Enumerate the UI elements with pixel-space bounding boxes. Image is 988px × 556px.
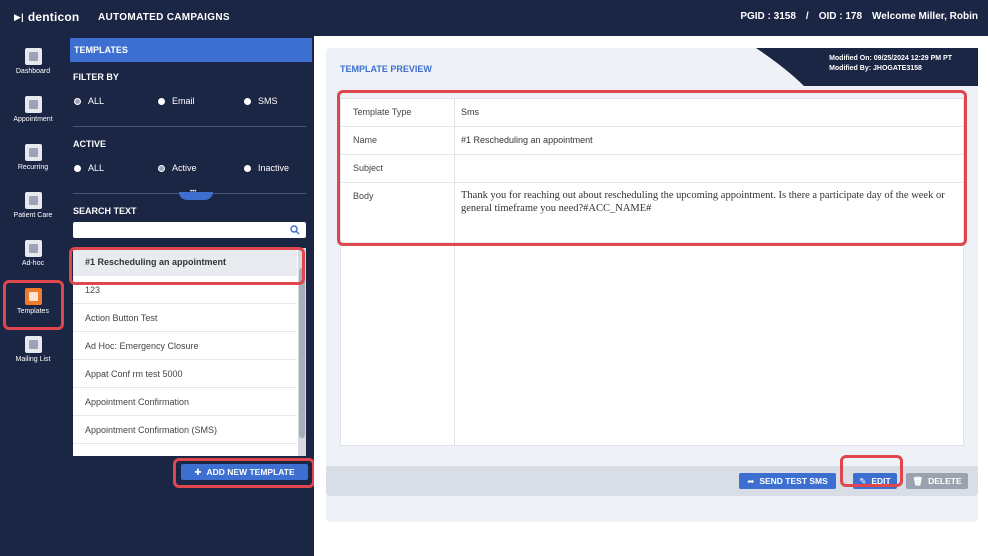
share-arrow-icon: ➦ xyxy=(747,475,755,486)
filter-email-radio[interactable]: Email xyxy=(158,96,195,106)
dashboard-icon xyxy=(24,48,42,65)
filter-by-label: FILTER BY xyxy=(73,72,119,82)
radio-label: ALL xyxy=(88,163,105,173)
radio-icon xyxy=(244,164,251,172)
search-icon[interactable] xyxy=(290,225,300,235)
app-title: AUTOMATED CAMPAIGNS xyxy=(98,12,230,23)
nav-label: Dashboard xyxy=(15,68,51,75)
filter-sms-radio[interactable]: SMS xyxy=(244,96,278,106)
button-label: SEND TEST SMS xyxy=(759,476,828,486)
send-test-sms-button[interactable]: ➦ SEND TEST SMS xyxy=(739,473,836,489)
radio-selected-icon xyxy=(158,164,165,172)
nav-label: Recurring xyxy=(17,164,49,171)
active-inactive-radio[interactable]: Inactive xyxy=(244,163,289,173)
highlight-template-details xyxy=(337,90,967,246)
highlight-edit-button xyxy=(840,455,903,487)
id-separator: / xyxy=(805,11,809,22)
templates-header: TEMPLATES xyxy=(70,38,312,62)
highlight-selected-template xyxy=(69,247,305,285)
nav-label: Mailing List xyxy=(15,356,51,363)
nav-label: Ad-hoc xyxy=(21,260,45,267)
modified-by: Modified By: JHOGATE3158 xyxy=(829,65,922,72)
list-item[interactable]: Appointment Confirmation (SMS) xyxy=(73,416,297,444)
search-input[interactable] xyxy=(73,222,306,238)
radio-label: Inactive xyxy=(258,163,290,173)
list-item[interactable]: Appat Conf rm test 5000 xyxy=(73,360,297,388)
list-item[interactable]: Action Button Test xyxy=(73,304,297,332)
nav-patient-care[interactable]: Patient Care xyxy=(0,192,66,219)
highlight-add-button xyxy=(173,458,315,488)
nav-ad-hoc[interactable]: Ad-hoc xyxy=(0,240,66,267)
recurring-icon xyxy=(24,144,42,161)
collapse-filters-handle[interactable] xyxy=(179,189,213,200)
mailing-list-icon xyxy=(24,336,42,353)
top-bar: ▶| denticon AUTOMATED CAMPAIGNS PGID : 3… xyxy=(0,0,988,36)
oid-label: OID : 178 xyxy=(818,11,863,22)
list-item[interactable]: Ad Hoc: Emergency Closure xyxy=(73,332,297,360)
button-label: DELETE xyxy=(928,476,962,486)
nav-label: Patient Care xyxy=(13,212,53,219)
logo-text: denticon xyxy=(27,10,80,24)
modified-info: Modified On: 09/25/2024 12:29 PM PT Modi… xyxy=(756,48,978,86)
active-label: ACTIVE xyxy=(73,139,107,149)
highlight-templates-nav xyxy=(3,280,64,330)
pgid-label: PGID : 3158 xyxy=(740,11,796,22)
welcome-user[interactable]: Welcome Miller, Robin xyxy=(872,11,978,22)
radio-label: Active xyxy=(172,163,197,173)
list-item[interactable]: Appointment Confirmation xyxy=(73,388,297,416)
nav-dashboard[interactable]: Dashboard xyxy=(0,48,66,75)
radio-label: SMS xyxy=(258,96,278,106)
ad-hoc-icon xyxy=(24,240,42,257)
delete-button[interactable]: 🗑 DELETE xyxy=(906,473,968,489)
modified-on: Modified On: 09/25/2024 12:29 PM PT xyxy=(829,55,952,62)
logo[interactable]: ▶| denticon xyxy=(14,10,79,24)
divider xyxy=(73,126,306,127)
preview-title: TEMPLATE PREVIEW xyxy=(340,64,432,74)
active-all-radio[interactable]: ALL xyxy=(74,163,104,173)
radio-icon xyxy=(158,97,165,105)
patient-care-icon xyxy=(24,192,42,209)
radio-icon xyxy=(244,97,251,105)
nav-recurring[interactable]: Recurring xyxy=(0,144,66,171)
nav-label: Appointment xyxy=(13,116,53,123)
nav-appointment[interactable]: Appointment xyxy=(0,96,66,123)
top-right-info: PGID : 3158 / OID : 178 Welcome Miller, … xyxy=(740,11,978,22)
logo-flag-icon: ▶| xyxy=(14,11,24,22)
scrollbar-thumb[interactable] xyxy=(299,268,305,438)
filter-all-radio[interactable]: ALL xyxy=(74,96,104,106)
radio-icon xyxy=(74,164,81,172)
radio-label: ALL xyxy=(88,96,105,106)
radio-label: Email xyxy=(172,96,195,106)
nav-mailing-list[interactable]: Mailing List xyxy=(0,336,66,363)
trash-icon: 🗑 xyxy=(912,475,924,486)
search-text-label: SEARCH TEXT xyxy=(73,206,137,216)
active-active-radio[interactable]: Active xyxy=(158,163,197,173)
appointment-icon xyxy=(24,96,42,113)
radio-selected-icon xyxy=(74,97,81,105)
modified-text: Modified On: 09/25/2024 12:29 PM PT Modi… xyxy=(829,54,952,74)
